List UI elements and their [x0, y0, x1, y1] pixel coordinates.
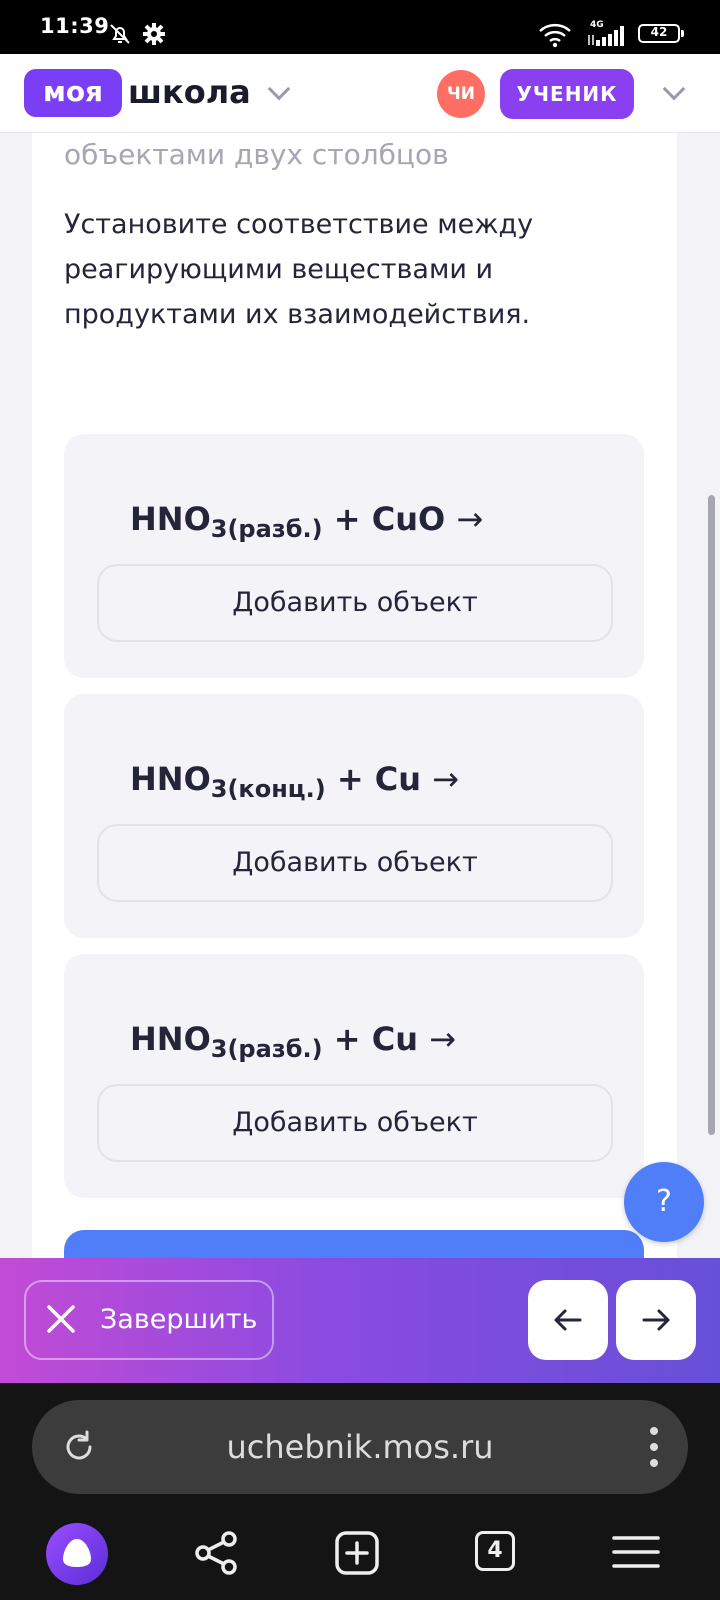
- task-text: Установите соответствие между реагирующи…: [64, 209, 534, 330]
- url-text[interactable]: uchebnik.mos.ru: [32, 1400, 688, 1494]
- more-vertical-icon[interactable]: [650, 1426, 658, 1468]
- profile-chevron-down-icon[interactable]: [662, 77, 686, 101]
- action-bar: Завершить: [0, 1258, 720, 1383]
- status-bar: 11:39 4G 42: [0, 0, 720, 54]
- share-icon[interactable]: [193, 1530, 239, 1576]
- logo-text[interactable]: школа: [128, 69, 251, 115]
- equation: HNO3(разб.) + Cu →: [130, 1020, 456, 1063]
- task-subtitle: объектами двух столбцов: [64, 138, 449, 171]
- scrollbar[interactable]: [708, 495, 715, 1135]
- match-item: HNO3(конц.) + Cu → Добавить объект: [64, 694, 644, 938]
- prev-button[interactable]: [528, 1280, 608, 1360]
- avatar[interactable]: ЧИ: [437, 70, 485, 118]
- chevron-down-icon[interactable]: [267, 77, 291, 101]
- app-header: моя школа ЧИ УЧЕНИК: [0, 54, 720, 133]
- address-bar[interactable]: uchebnik.mos.ru: [32, 1400, 688, 1494]
- logo[interactable]: моя: [24, 69, 122, 117]
- match-item: HNO3(разб.) + Cu → Добавить объект: [64, 954, 644, 1198]
- role-button[interactable]: УЧЕНИК: [500, 69, 634, 119]
- close-icon: [47, 1305, 75, 1333]
- arrow-left-icon: [554, 1309, 582, 1331]
- menu-icon[interactable]: [612, 1535, 660, 1569]
- equation: HNO3(конц.) + Cu →: [130, 760, 459, 803]
- add-object-button[interactable]: Добавить объект: [97, 564, 613, 642]
- add-object-button[interactable]: Добавить объект: [97, 1084, 613, 1162]
- bell-off-icon: [110, 24, 130, 44]
- finish-label: Завершить: [100, 1304, 258, 1335]
- status-time: 11:39: [40, 14, 110, 38]
- finish-button[interactable]: Завершить: [24, 1280, 274, 1360]
- wifi-icon: [539, 23, 571, 48]
- signal-icon: [588, 26, 624, 46]
- new-tab-icon[interactable]: [335, 1531, 379, 1575]
- gear-icon: [143, 23, 165, 45]
- help-button[interactable]: ?: [624, 1162, 704, 1242]
- battery-icon: 42: [638, 24, 684, 43]
- browser-bar: uchebnik.mos.ru 4: [0, 1383, 720, 1600]
- match-item: HNO3(разб.) + CuO → Добавить объект: [64, 434, 644, 678]
- arrow-right-icon: [642, 1309, 670, 1331]
- tab-count-button[interactable]: 4: [475, 1531, 515, 1571]
- next-button[interactable]: [616, 1280, 696, 1360]
- add-object-button[interactable]: Добавить объект: [97, 824, 613, 902]
- alice-assistant-icon[interactable]: [46, 1523, 108, 1585]
- equation: HNO3(разб.) + CuO →: [130, 500, 484, 543]
